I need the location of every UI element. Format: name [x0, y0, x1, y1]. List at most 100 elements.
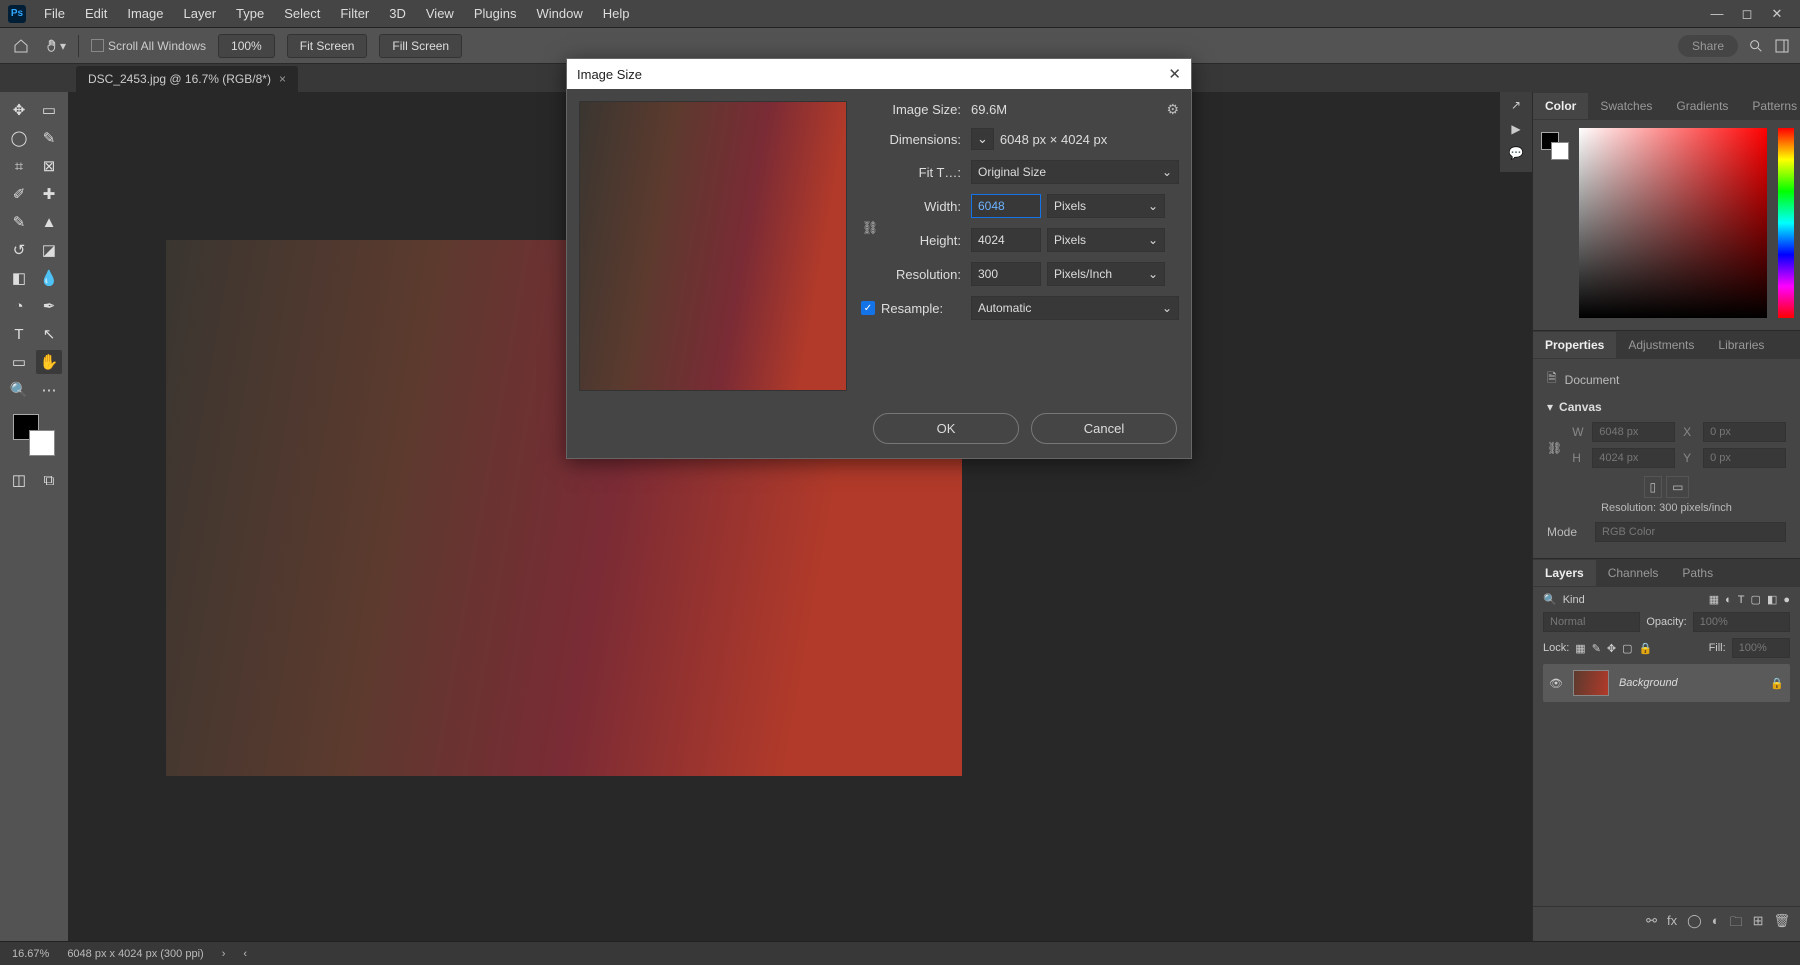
filter-toggle-icon[interactable]: ● — [1783, 594, 1790, 606]
quick-mask-button[interactable]: ◫ — [6, 468, 32, 492]
width-unit-select[interactable]: Pixels⌄ — [1047, 194, 1165, 218]
cancel-button[interactable]: Cancel — [1031, 413, 1177, 444]
height-input[interactable] — [971, 228, 1041, 252]
lasso-tool[interactable]: ◯ — [6, 126, 32, 150]
document-tab-close[interactable]: × — [279, 72, 286, 86]
resample-select[interactable]: Automatic⌄ — [971, 296, 1179, 320]
orientation-portrait-button[interactable]: ▯ — [1644, 476, 1663, 498]
link-layers-button[interactable]: ⚯ — [1646, 913, 1657, 935]
dodge-tool[interactable]: ◔ — [6, 294, 32, 318]
zoom-tool[interactable]: 🔍 — [6, 378, 32, 402]
lock-position-icon[interactable]: ✥ — [1607, 642, 1616, 655]
menu-select[interactable]: Select — [276, 2, 328, 25]
menu-window[interactable]: Window — [528, 2, 590, 25]
shape-tool[interactable]: ▭ — [6, 350, 32, 374]
blur-tool[interactable]: 💧 — [36, 266, 62, 290]
tab-libraries[interactable]: Libraries — [1706, 332, 1776, 358]
constrain-proportions-icon[interactable]: ⛓ — [861, 194, 879, 262]
dialog-close-button[interactable]: ✕ — [1168, 65, 1181, 83]
eraser-tool[interactable]: ◪ — [36, 238, 62, 262]
canvas-disclosure[interactable]: ▾ Canvas — [1547, 400, 1786, 414]
layer-mask-button[interactable]: ◯ — [1687, 913, 1702, 935]
gradient-tool[interactable]: ◧ — [6, 266, 32, 290]
zoom-level[interactable]: 100% — [218, 34, 275, 58]
tab-properties[interactable]: Properties — [1533, 332, 1616, 358]
tool-preset-button[interactable]: ▾ — [44, 35, 66, 57]
gear-icon[interactable]: ⚙ — [1166, 101, 1179, 118]
fill-screen-button[interactable]: Fill Screen — [379, 34, 462, 58]
document-tab[interactable]: DSC_2453.jpg @ 16.7% (RGB/8*) × — [76, 66, 298, 92]
menu-image[interactable]: Image — [119, 2, 171, 25]
layer-style-button[interactable]: fx — [1667, 913, 1677, 935]
rail-icon-2[interactable]: ▶ — [1511, 122, 1520, 136]
quick-select-tool[interactable]: ✎ — [36, 126, 62, 150]
menu-help[interactable]: Help — [595, 2, 638, 25]
filter-type-icon[interactable]: T — [1738, 594, 1745, 606]
filter-shape-icon[interactable]: ▢ — [1751, 593, 1761, 606]
adjustment-layer-button[interactable]: ◐ — [1712, 913, 1720, 935]
filter-pixel-icon[interactable]: ▦ — [1709, 593, 1719, 606]
filter-smart-icon[interactable]: ◧ — [1767, 593, 1777, 606]
marquee-tool[interactable]: ▭ — [36, 98, 62, 122]
workspace-button[interactable] — [1774, 38, 1790, 54]
frame-tool[interactable]: ⊠ — [36, 154, 62, 178]
rail-icon-1[interactable]: ↗ — [1511, 98, 1521, 112]
status-zoom[interactable]: 16.67% — [12, 948, 49, 960]
share-button[interactable]: Share — [1678, 35, 1738, 57]
status-chevron[interactable]: ‹ — [243, 948, 247, 960]
new-layer-button[interactable]: ⊞ — [1753, 913, 1764, 935]
fill-field[interactable]: 100% — [1732, 638, 1790, 658]
new-group-button[interactable]: 🗀 — [1730, 913, 1743, 935]
scroll-all-checkbox[interactable]: Scroll All Windows — [91, 39, 206, 53]
orientation-landscape-button[interactable]: ▭ — [1666, 476, 1689, 498]
tab-paths[interactable]: Paths — [1670, 560, 1725, 586]
lock-transparency-icon[interactable]: ▦ — [1575, 642, 1585, 655]
tab-gradients[interactable]: Gradients — [1664, 93, 1740, 119]
lock-all-icon[interactable]: 🔒 — [1639, 642, 1653, 655]
menu-3d[interactable]: 3D — [381, 2, 414, 25]
width-input[interactable] — [971, 194, 1041, 218]
delete-layer-button[interactable]: 🗑 — [1773, 913, 1790, 935]
tab-adjustments[interactable]: Adjustments — [1616, 332, 1706, 358]
move-tool[interactable]: ✥ — [6, 98, 32, 122]
menu-filter[interactable]: Filter — [332, 2, 377, 25]
canvas-x-field[interactable]: 0 px — [1703, 422, 1786, 442]
dialog-titlebar[interactable]: Image Size ✕ — [567, 59, 1191, 89]
maximize-button[interactable]: ◻ — [1738, 7, 1756, 21]
panel-swatches[interactable] — [1541, 132, 1569, 160]
opacity-field[interactable]: 100% — [1693, 612, 1790, 632]
menu-file[interactable]: File — [36, 2, 73, 25]
canvas-y-field[interactable]: 0 px — [1703, 448, 1786, 468]
tab-color[interactable]: Color — [1533, 93, 1588, 119]
fit-to-select[interactable]: Original Size⌄ — [971, 160, 1179, 184]
screen-mode-button[interactable]: ⧉ — [36, 468, 62, 492]
menu-plugins[interactable]: Plugins — [466, 2, 525, 25]
ok-button[interactable]: OK — [873, 413, 1019, 444]
layer-row-background[interactable]: 👁 Background 🔒 — [1543, 664, 1790, 702]
tab-channels[interactable]: Channels — [1596, 560, 1671, 586]
visibility-icon[interactable]: 👁 — [1549, 677, 1563, 690]
path-select-tool[interactable]: ↖ — [36, 322, 62, 346]
height-unit-select[interactable]: Pixels⌄ — [1047, 228, 1165, 252]
hand-tool[interactable]: ✋ — [36, 350, 62, 374]
tab-swatches[interactable]: Swatches — [1588, 93, 1664, 119]
background-swatch[interactable] — [29, 430, 55, 456]
layer-filter-kind[interactable]: Kind — [1563, 594, 1585, 606]
saturation-brightness-picker[interactable] — [1579, 128, 1767, 318]
rail-icon-3[interactable]: 💬 — [1509, 146, 1524, 160]
menu-edit[interactable]: Edit — [77, 2, 115, 25]
color-swatches[interactable] — [13, 414, 55, 456]
eyedropper-tool[interactable]: ✐ — [6, 182, 32, 206]
link-icon[interactable]: ⛓ — [1547, 422, 1562, 474]
mode-select[interactable]: RGB Color — [1595, 522, 1786, 542]
minimize-button[interactable]: — — [1708, 7, 1726, 21]
layer-thumbnail[interactable] — [1573, 670, 1609, 696]
blend-mode-select[interactable]: Normal — [1543, 612, 1640, 632]
status-arrow[interactable]: › — [222, 948, 226, 960]
close-button[interactable]: ✕ — [1768, 7, 1786, 21]
lock-artboard-icon[interactable]: ▢ — [1622, 642, 1632, 655]
menu-view[interactable]: View — [418, 2, 462, 25]
more-tools[interactable]: ⋯ — [36, 378, 62, 402]
tab-patterns[interactable]: Patterns — [1740, 93, 1800, 119]
resolution-input[interactable] — [971, 262, 1041, 286]
